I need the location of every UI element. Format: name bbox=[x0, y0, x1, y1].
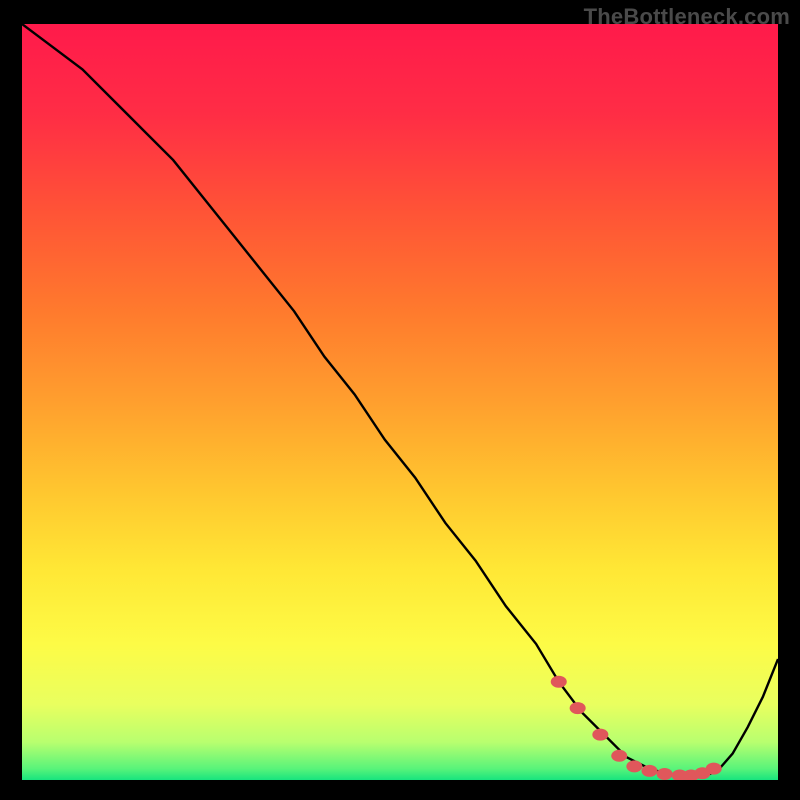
highlight-dots bbox=[551, 676, 722, 780]
highlight-dot bbox=[641, 765, 657, 777]
highlight-dot bbox=[592, 729, 608, 741]
highlight-dot bbox=[706, 763, 722, 775]
bottleneck-curve bbox=[22, 24, 778, 778]
highlight-dot bbox=[657, 768, 673, 780]
highlight-dot bbox=[626, 760, 642, 772]
highlight-dot bbox=[570, 702, 586, 714]
chart-frame: TheBottleneck.com bbox=[0, 0, 800, 800]
highlight-dot bbox=[551, 676, 567, 688]
highlight-dot bbox=[611, 750, 627, 762]
plot-area bbox=[22, 24, 778, 780]
curve-layer bbox=[22, 24, 778, 780]
